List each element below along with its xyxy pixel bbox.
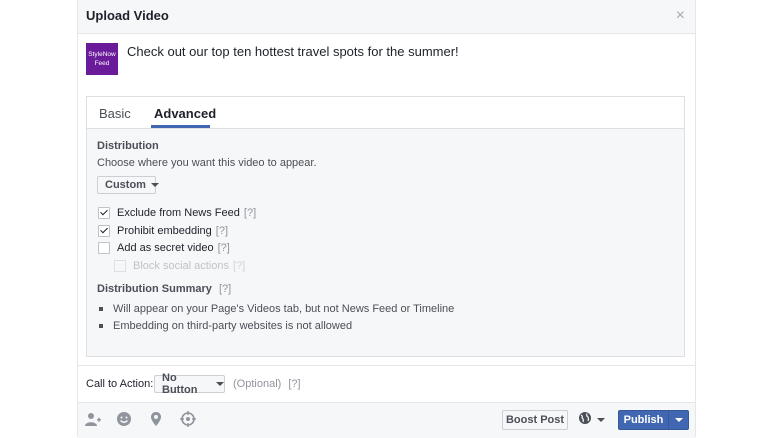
tag-people-icon[interactable] bbox=[84, 410, 102, 428]
tab-bar: Basic Advanced bbox=[87, 97, 684, 129]
list-item: Embedding on third-party websites is not… bbox=[97, 319, 454, 333]
cta-select[interactable]: No Button bbox=[154, 372, 225, 396]
secret-video-label: Add as secret video bbox=[117, 242, 214, 254]
distribution-title: Distribution bbox=[97, 140, 159, 152]
help-link[interactable]: [?] bbox=[219, 283, 231, 295]
block-social-actions-checkbox bbox=[114, 260, 126, 272]
feeling-icon[interactable] bbox=[115, 410, 133, 428]
active-tab-indicator bbox=[151, 125, 210, 128]
exclude-news-feed-checkbox[interactable] bbox=[98, 207, 110, 219]
page-avatar: StyleNow Feed bbox=[86, 43, 118, 75]
cta-label: Call to Action: bbox=[86, 378, 154, 390]
summary-list: Will appear on your Page's Videos tab, b… bbox=[97, 302, 454, 336]
prohibit-embedding-label: Prohibit embedding bbox=[117, 225, 212, 237]
cta-optional: (Optional) [?] bbox=[233, 378, 301, 390]
target-icon[interactable] bbox=[179, 410, 197, 428]
option-exclude-news-feed[interactable]: Exclude from News Feed [?] bbox=[98, 207, 256, 219]
distribution-description: Choose where you want this video to appe… bbox=[97, 157, 317, 169]
dialog-header: Upload Video × bbox=[78, 0, 695, 34]
upload-video-dialog: Upload Video × StyleNow Feed Check out o… bbox=[77, 0, 696, 438]
avatar-text-line1: StyleNow bbox=[88, 51, 116, 58]
help-link: [?] bbox=[233, 260, 246, 272]
help-link[interactable]: [?] bbox=[218, 242, 230, 254]
publish-options-button[interactable] bbox=[669, 418, 688, 422]
secret-video-checkbox[interactable] bbox=[98, 242, 110, 254]
option-secret-video[interactable]: Add as secret video [?] bbox=[98, 242, 230, 254]
block-social-actions-label: Block social actions bbox=[133, 260, 229, 272]
post-text-input[interactable]: Check out our top ten hottest travel spo… bbox=[127, 44, 459, 59]
prohibit-embedding-checkbox[interactable] bbox=[98, 225, 110, 237]
help-link[interactable]: [?] bbox=[244, 207, 256, 219]
tab-basic[interactable]: Basic bbox=[99, 106, 131, 121]
help-link[interactable]: [?] bbox=[216, 225, 228, 237]
location-pin-icon[interactable] bbox=[147, 410, 165, 428]
option-prohibit-embedding[interactable]: Prohibit embedding [?] bbox=[98, 225, 228, 237]
option-block-social-actions: Block social actions [?] bbox=[114, 260, 245, 272]
distribution-select-value: Custom bbox=[105, 179, 146, 191]
close-icon[interactable]: × bbox=[676, 6, 685, 26]
distribution-select[interactable]: Custom bbox=[97, 176, 159, 194]
publish-button-group: Publish bbox=[618, 410, 689, 430]
options-panel: Basic Advanced Distribution Choose where… bbox=[86, 96, 685, 357]
exclude-news-feed-label: Exclude from News Feed bbox=[117, 207, 240, 219]
cta-select-value: No Button bbox=[162, 372, 198, 396]
globe-icon bbox=[578, 411, 592, 430]
chevron-down-icon bbox=[150, 183, 159, 187]
cta-optional-label: (Optional) bbox=[233, 378, 282, 390]
dialog-title: Upload Video bbox=[86, 8, 169, 23]
summary-title: Distribution Summary bbox=[97, 283, 212, 295]
list-item: Will appear on your Page's Videos tab, b… bbox=[97, 302, 454, 316]
help-link[interactable]: [?] bbox=[288, 378, 300, 390]
avatar-text-line2: Feed bbox=[94, 60, 110, 67]
chevron-down-icon bbox=[674, 418, 683, 422]
publish-button[interactable]: Publish bbox=[619, 414, 668, 426]
call-to-action-row: Call to Action: No Button (Optional) [?] bbox=[78, 365, 695, 402]
chevron-down-icon bbox=[216, 382, 224, 386]
tab-advanced[interactable]: Advanced bbox=[154, 106, 216, 121]
composer-footer: Boost Post Publish bbox=[78, 402, 695, 438]
chevron-down-icon bbox=[597, 418, 605, 422]
audience-selector[interactable] bbox=[578, 411, 606, 430]
summary-title-row: Distribution Summary [?] bbox=[97, 283, 231, 295]
boost-post-button[interactable]: Boost Post bbox=[502, 410, 568, 430]
